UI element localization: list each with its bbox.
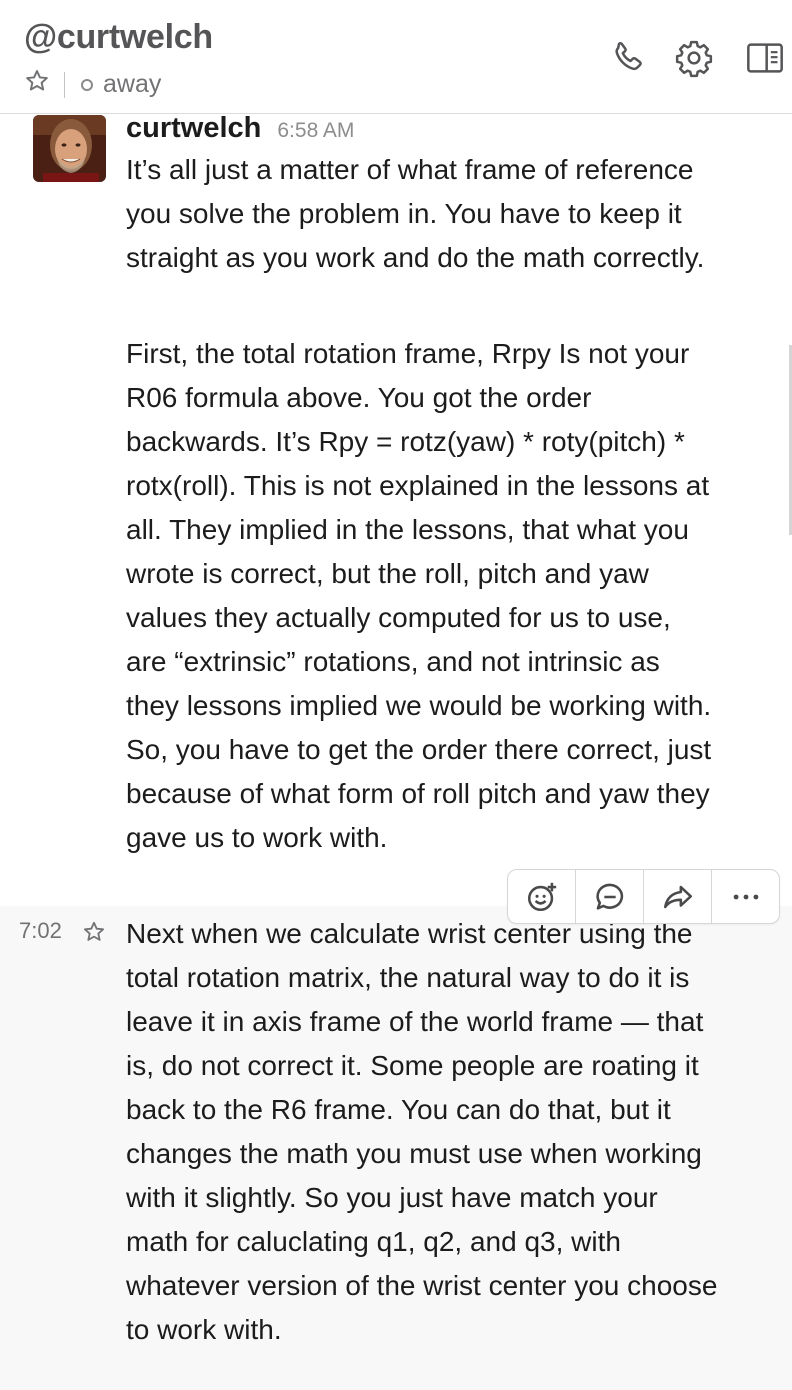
channel-subinfo: away	[24, 68, 161, 101]
star-icon[interactable]	[82, 920, 106, 944]
message-author[interactable]: curtwelch	[126, 112, 261, 145]
message-text: It’s all just a matter of what frame of …	[126, 154, 705, 273]
avatar[interactable]	[33, 115, 106, 182]
sidebar-panel-icon[interactable]	[745, 38, 785, 78]
message-actions-toolbar	[507, 869, 780, 924]
message-text: Next when we calculate wrist center usin…	[126, 918, 718, 1345]
share-icon[interactable]	[644, 870, 712, 923]
presence-indicator	[81, 78, 93, 91]
gear-icon[interactable]	[674, 38, 714, 78]
channel-name[interactable]: @curtwelch	[24, 18, 213, 57]
channel-header: @curtwelch away	[0, 0, 792, 114]
message-header: curtwelch 6:58 AM	[126, 112, 354, 145]
divider	[64, 71, 65, 98]
reply-thread-icon[interactable]	[576, 870, 644, 923]
message-text: First, the total rotation frame, Rrpy Is…	[126, 338, 712, 853]
message-timestamp[interactable]: 6:58 AM	[277, 119, 354, 143]
star-icon[interactable]	[24, 68, 50, 101]
add-reaction-icon[interactable]	[508, 870, 576, 923]
presence-status: away	[103, 70, 162, 98]
message-timestamp[interactable]: 7:02	[19, 918, 62, 944]
more-actions-icon[interactable]	[712, 870, 779, 923]
phone-icon[interactable]	[608, 38, 648, 78]
